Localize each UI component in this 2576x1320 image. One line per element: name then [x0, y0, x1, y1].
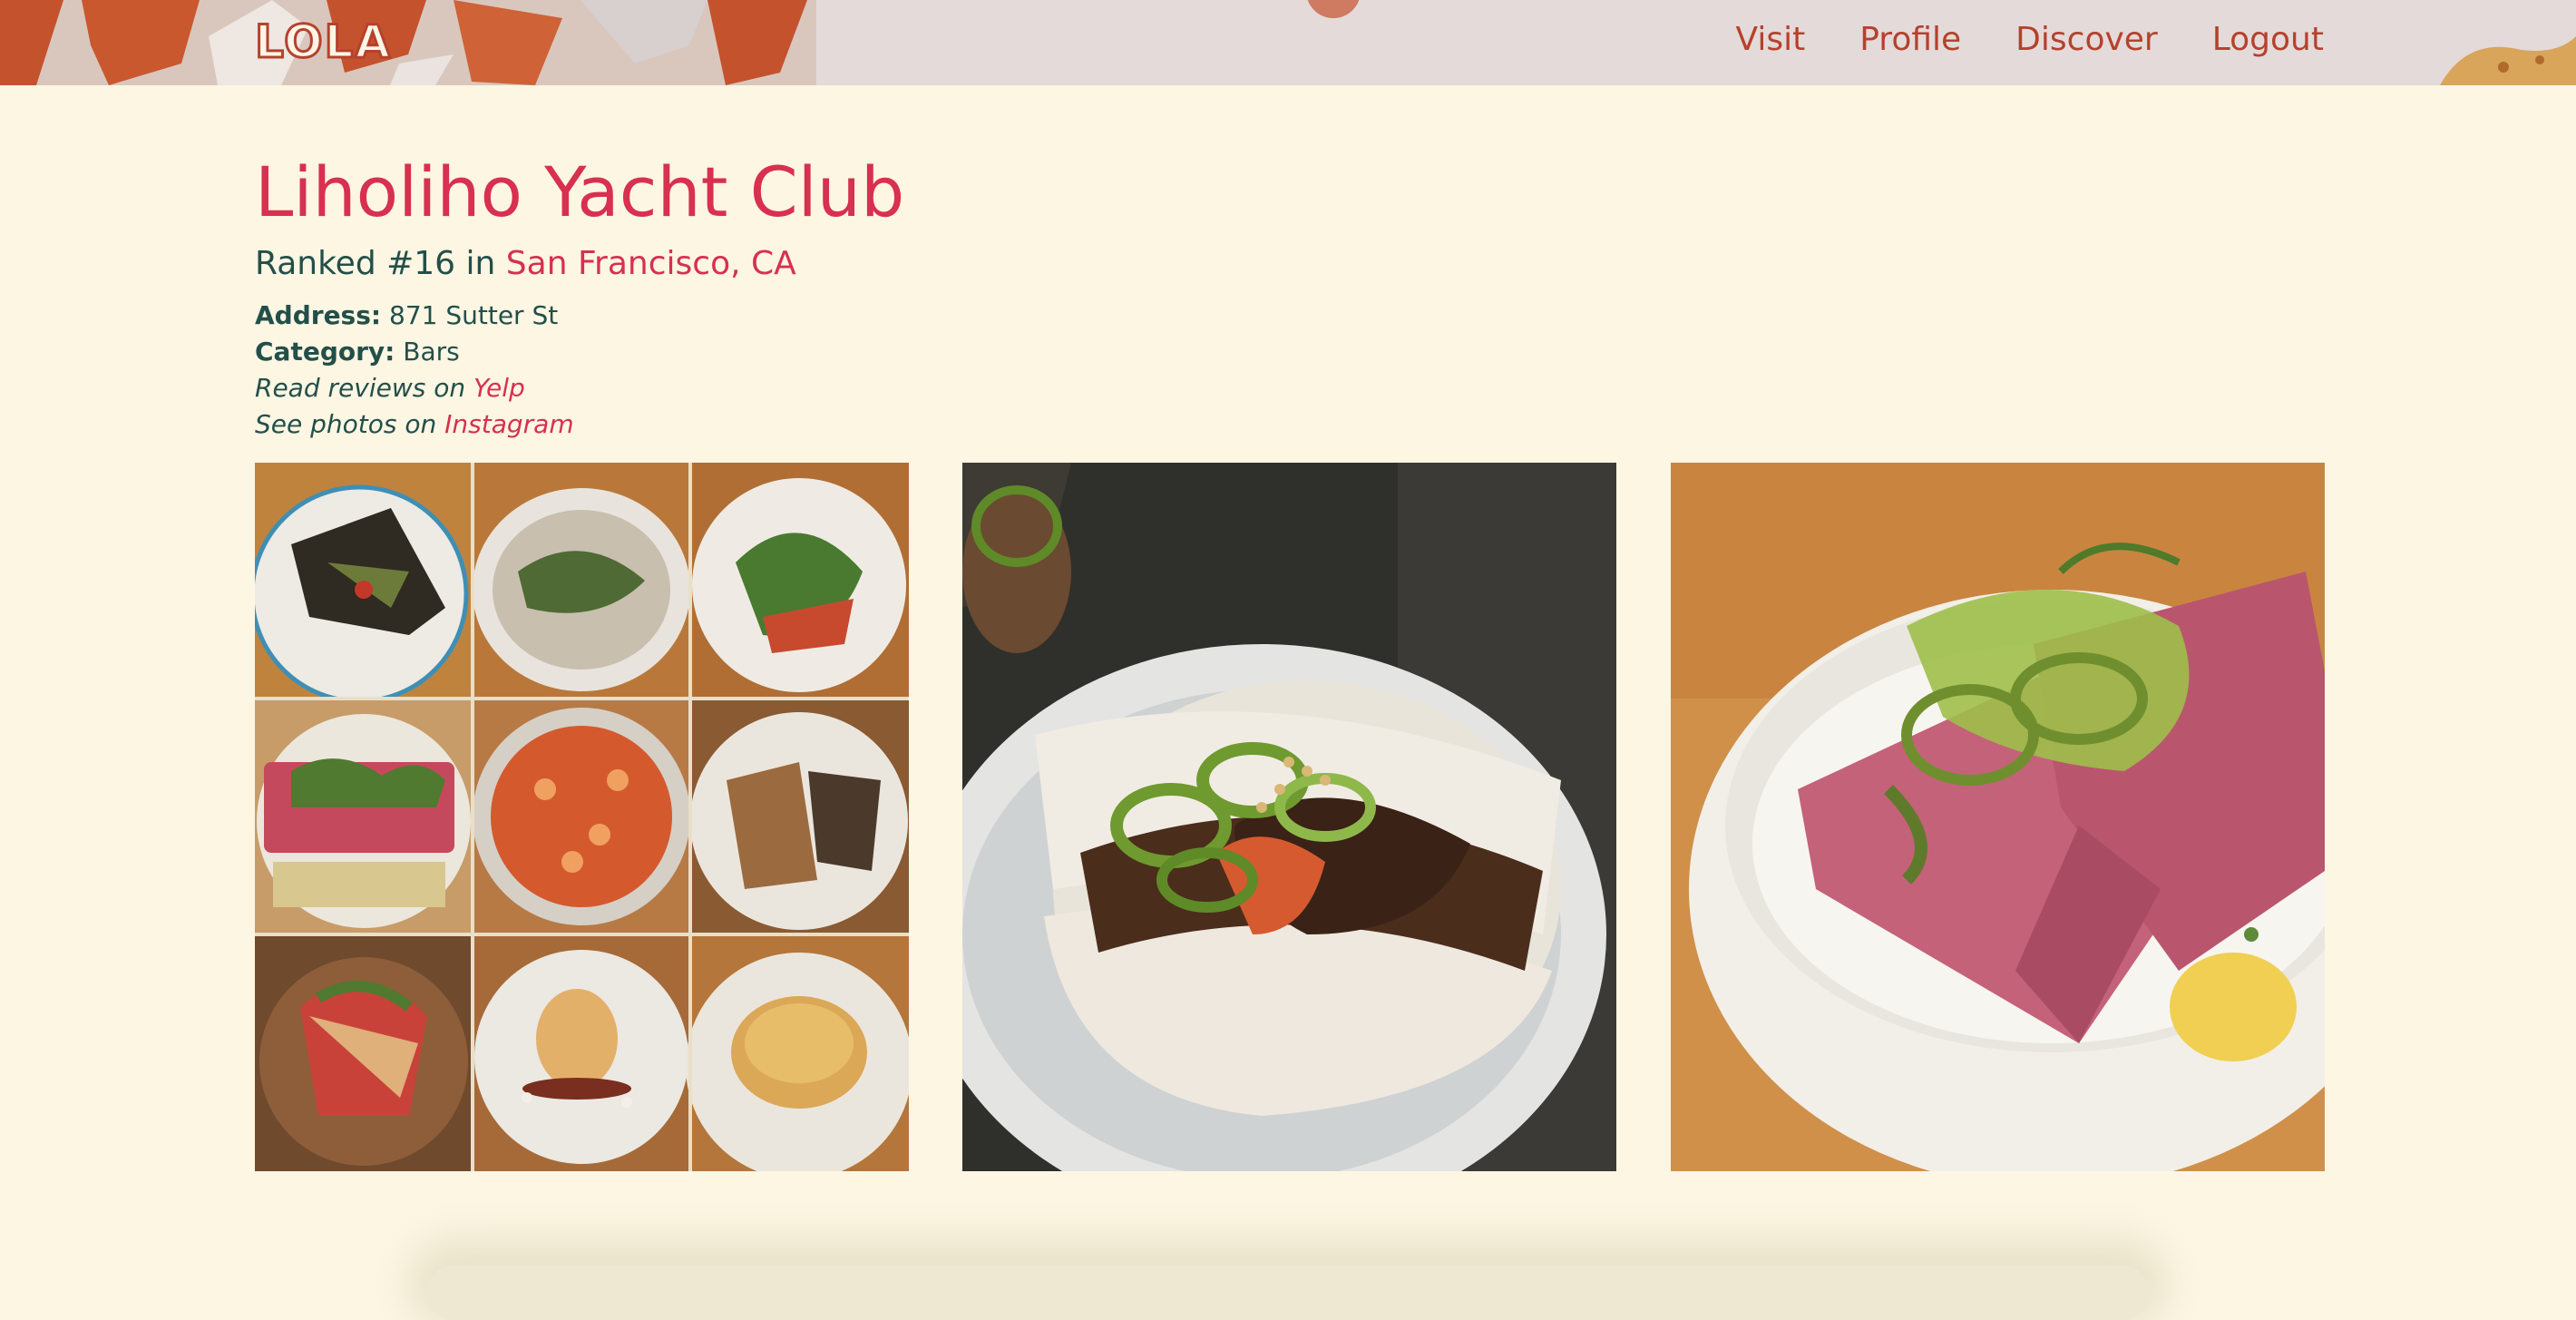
food-grid-photo[interactable] [255, 463, 909, 1171]
reviews-text: Read reviews on [255, 373, 466, 403]
ranking-line: Ranked #16 in San Francisco, CA [255, 243, 2323, 285]
nav-profile-link[interactable]: Profile [1859, 16, 1961, 64]
restaurant-info: Liholiho Yacht Club Ranked #16 in San Fr… [255, 147, 2323, 443]
category-label: Category: [255, 337, 395, 367]
category-row: Category: Bars [255, 334, 2323, 370]
nav-visit-link[interactable]: Visit [1736, 16, 1806, 64]
lola-logo[interactable]: LOLA [253, 15, 392, 69]
bao-bun-image [962, 463, 1616, 1171]
spam-rice-bowl-photo[interactable] [1671, 463, 2325, 1171]
spam-rice-bowl-image [1671, 463, 2325, 1171]
nav-logout-link[interactable]: Logout [2212, 16, 2324, 64]
address-row: Address: 871 Sutter St [255, 298, 2323, 334]
reviews-row: Read reviews on Yelp [255, 370, 2323, 406]
bottom-card-edge [426, 1266, 2150, 1320]
address-label: Address: [255, 300, 382, 330]
address-value: 871 Sutter St [389, 300, 559, 330]
restaurant-name: Liholiho Yacht Club [255, 152, 905, 232]
yelp-link[interactable]: Yelp [473, 373, 525, 403]
photos-text: See photos on [255, 409, 437, 439]
ranking-text: Ranked #16 in [255, 245, 496, 282]
nav-discover-link[interactable]: Discover [2015, 16, 2158, 64]
bao-bun-photo[interactable] [962, 463, 1616, 1171]
city-link[interactable]: San Francisco, CA [506, 245, 796, 282]
photo-gallery [255, 463, 2325, 1171]
top-banner: LOLA Visit Profile Discover Logout [0, 0, 2576, 85]
main-nav: Visit Profile Discover Logout [1736, 16, 2324, 64]
restaurant-details: Address: 871 Sutter St Category: Bars Re… [255, 298, 2323, 443]
photos-row: See photos on Instagram [255, 406, 2323, 443]
instagram-link[interactable]: Instagram [444, 409, 573, 439]
food-grid-image [255, 463, 909, 1171]
category-value: Bars [403, 337, 460, 367]
